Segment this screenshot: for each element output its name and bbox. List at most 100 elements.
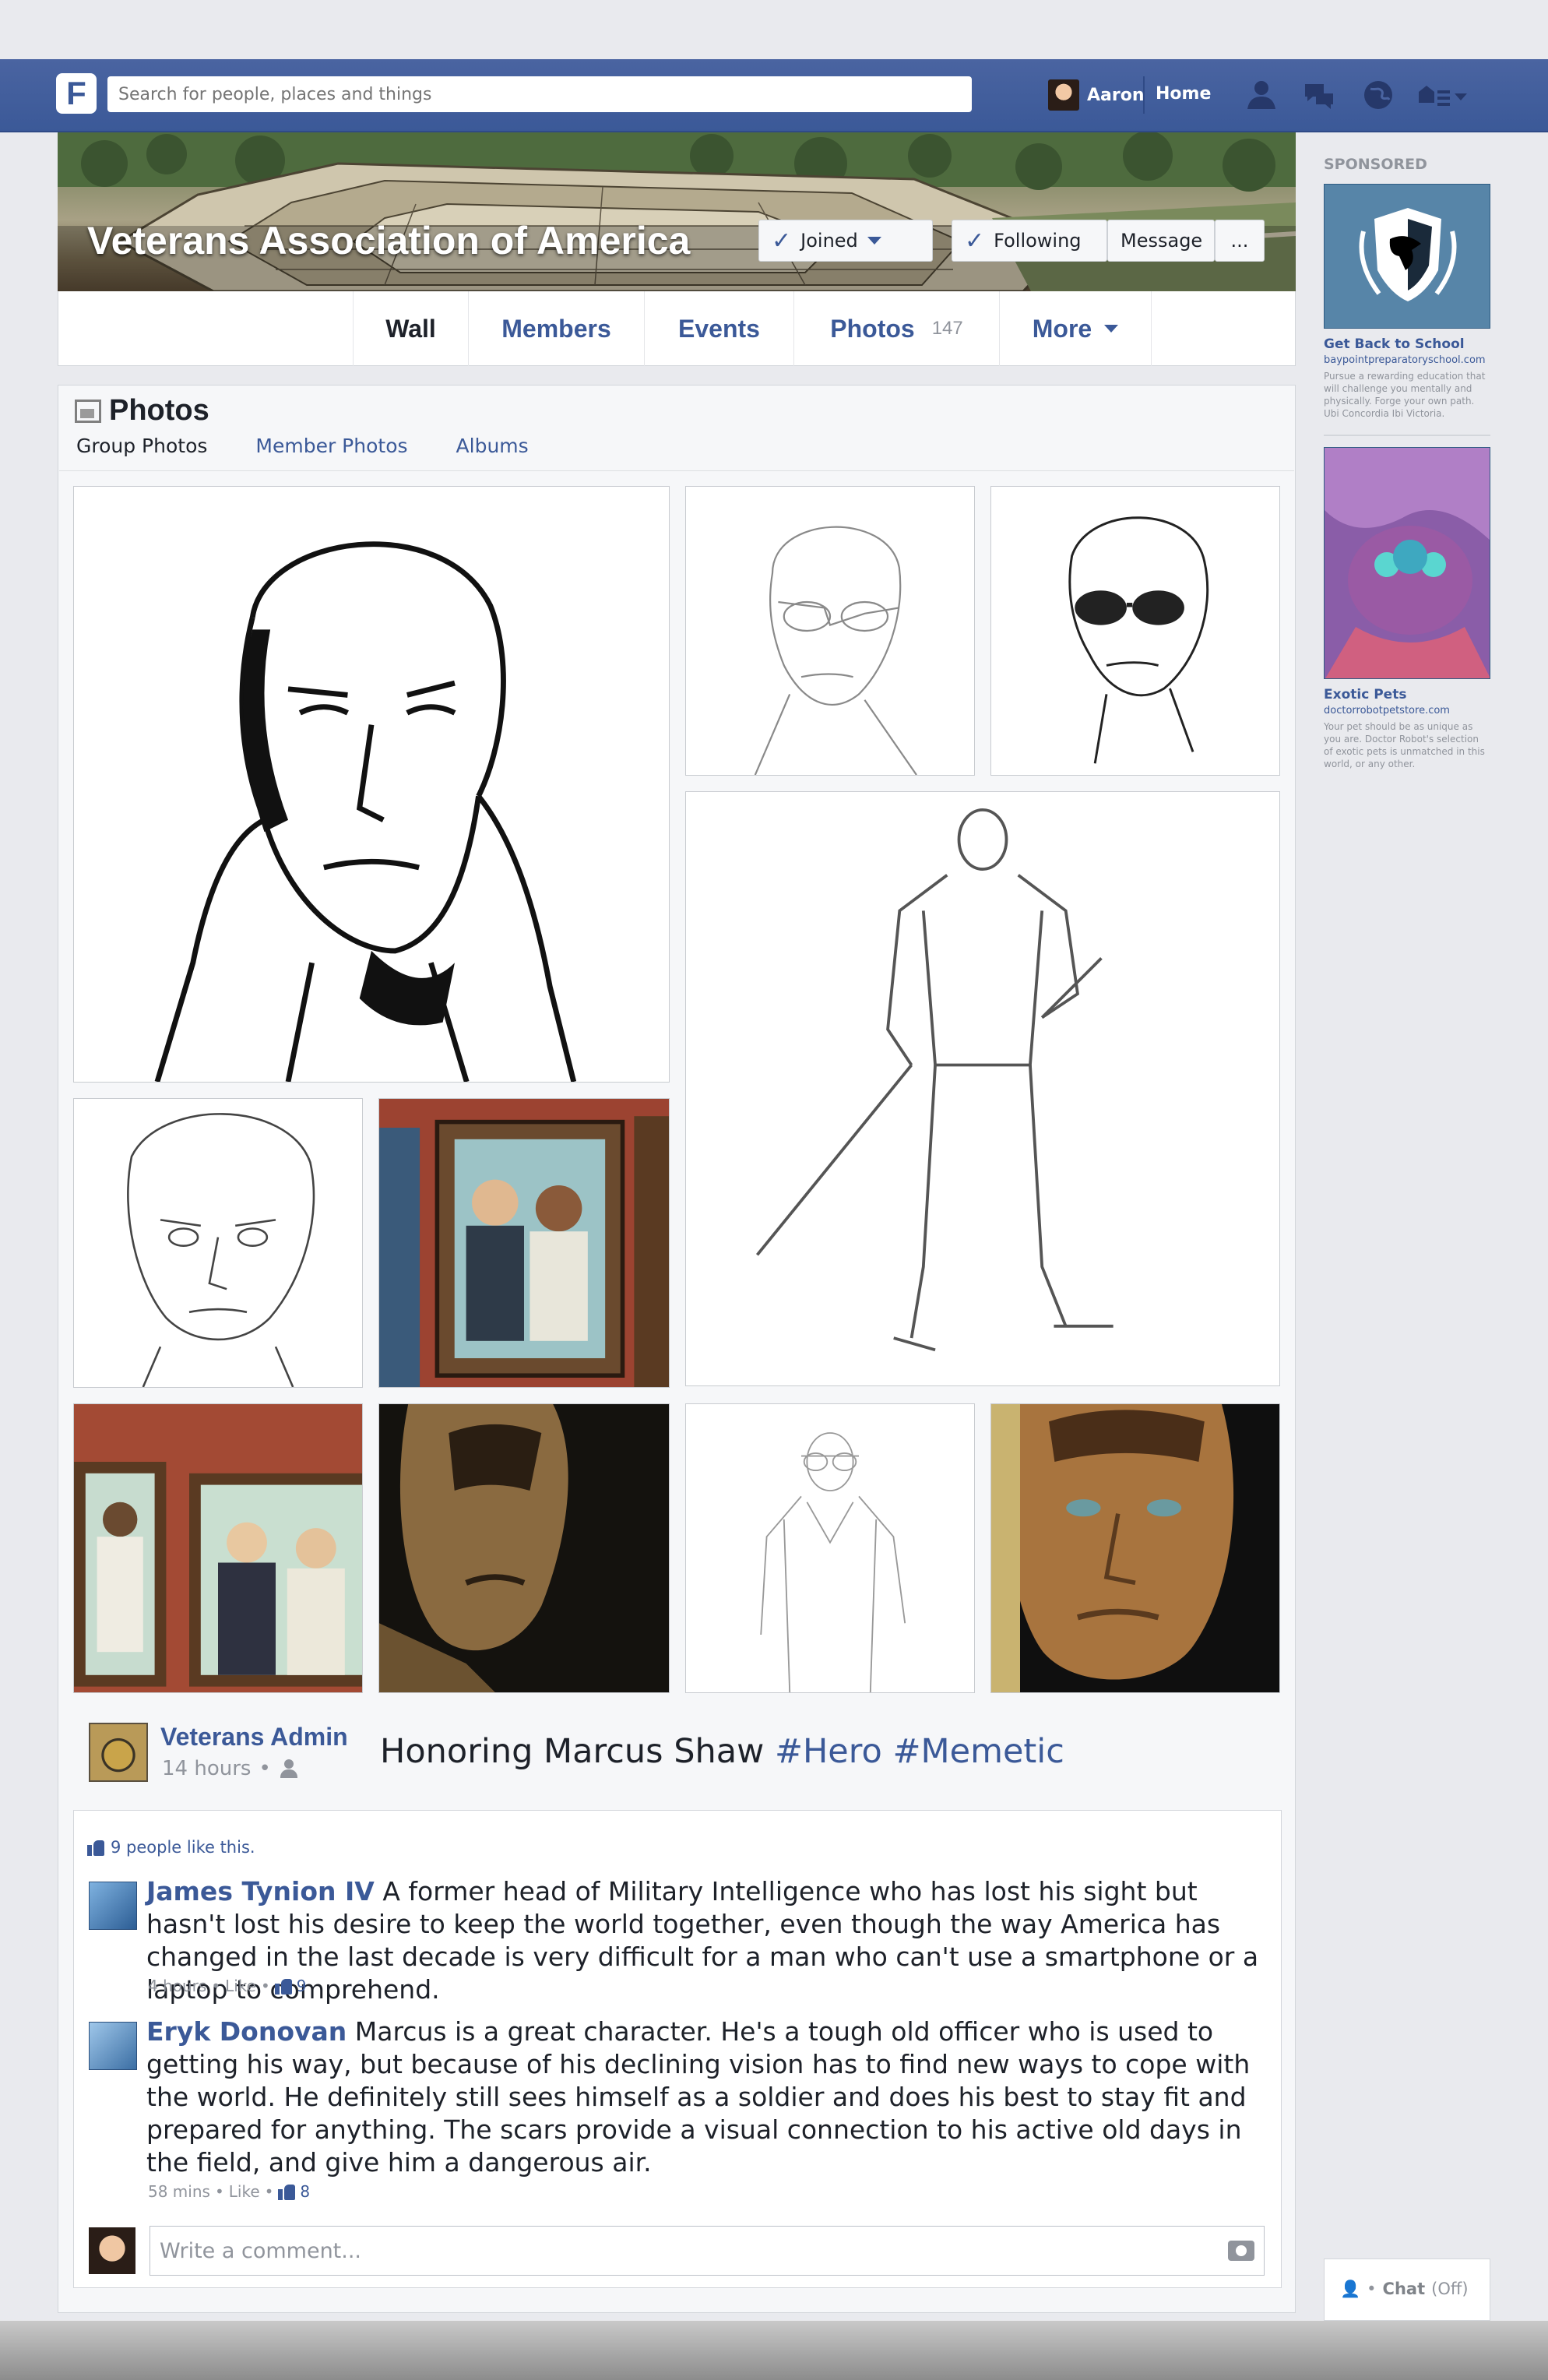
ad-description: Your pet should be as unique as you are.… [1324, 721, 1485, 769]
tab-members-label: Members [501, 314, 611, 343]
comment: James Tynion IV A former head of Militar… [146, 1875, 1268, 2006]
group-title: Veterans Association of America [87, 219, 691, 262]
comment-likes-count: 8 [300, 2182, 311, 2201]
ad-title[interactable]: Exotic Pets [1324, 687, 1406, 702]
chat-label: Chat [1382, 2280, 1426, 2298]
comment: Eryk Donovan Marcus is a great character… [146, 2016, 1268, 2179]
photo-dark-portrait[interactable] [378, 1403, 670, 1693]
subtab-member-photos[interactable]: Member Photos [255, 435, 407, 457]
comment-likes[interactable]: 9 [274, 1977, 307, 1995]
sponsored-label: SPONSORED [1324, 156, 1427, 173]
tab-wall[interactable]: Wall [353, 291, 468, 366]
bottom-frame [0, 2321, 1548, 2380]
chat-bar[interactable]: 👤 • Chat (Off) [1324, 2259, 1490, 2321]
comment-time[interactable]: 58 mins [148, 2182, 210, 2201]
thumbs-up-icon [278, 2183, 296, 2200]
photo-icon [75, 399, 101, 423]
home-link[interactable]: Home [1156, 84, 1211, 104]
check-icon: ✓ [965, 227, 985, 255]
thumbs-up-icon [274, 1977, 292, 1994]
chevron-down-icon [867, 237, 881, 245]
photo-color-face-closeup[interactable] [990, 1403, 1280, 1693]
commenter-name[interactable]: James Tynion IV [146, 1876, 375, 1906]
audience-icon[interactable] [279, 1759, 299, 1779]
tab-more[interactable]: More [999, 291, 1152, 366]
ad-image-school[interactable] [1324, 184, 1490, 329]
photo-pencil-sketch-sunglasses[interactable] [685, 486, 975, 776]
separator-dot: • [260, 1977, 270, 1995]
post-author[interactable]: Veterans Admin [160, 1723, 348, 1752]
tab-more-label: More [1032, 314, 1092, 343]
likes-text: 9 people like this. [111, 1838, 255, 1857]
subtab-group-photos[interactable]: Group Photos [76, 435, 207, 457]
separator-dot: • [259, 1757, 271, 1780]
post-body: Honoring Marcus Shaw [380, 1732, 765, 1771]
photo-ink-portrait[interactable] [73, 486, 670, 1083]
panel-divider [59, 470, 1294, 471]
settings-icon[interactable] [1416, 78, 1470, 112]
comment-meta: 58 mins • Like • 8 [148, 2182, 310, 2201]
message-button[interactable]: Message [1107, 220, 1215, 262]
photo-framed-portrait[interactable] [378, 1098, 670, 1388]
ad-description: Pursue a rewarding education that will c… [1324, 371, 1486, 419]
comment-meta: 4 hours • Like • 9 [148, 1977, 307, 1995]
tab-members[interactable]: Members [468, 291, 644, 366]
more-options-button[interactable]: ... [1215, 220, 1265, 262]
photos-heading: Photos [75, 394, 209, 428]
globe-icon[interactable] [1361, 78, 1395, 112]
ad-separator [1324, 435, 1490, 436]
search-input[interactable] [107, 76, 972, 112]
post-time[interactable]: 14 hours [162, 1757, 251, 1780]
commenter-avatar[interactable] [89, 2022, 137, 2070]
user-name: Aaron [1087, 85, 1145, 105]
check-icon: ✓ [772, 227, 792, 255]
separator-dot: • [211, 1977, 221, 1995]
profile-link[interactable]: Aaron [1048, 78, 1145, 112]
tab-photos[interactable]: Photos 147 [793, 291, 999, 366]
following-label: Following [994, 230, 1082, 252]
ad-image-pets[interactable] [1324, 447, 1490, 679]
site-logo[interactable]: F [56, 73, 97, 114]
comment-likes[interactable]: 8 [278, 2182, 310, 2201]
ad-url[interactable]: baypointpreparatoryschool.com [1324, 354, 1486, 366]
commenter-name[interactable]: Eryk Donovan [146, 2016, 347, 2047]
tab-events[interactable]: Events [644, 291, 793, 366]
admin-avatar[interactable] [89, 1723, 148, 1782]
tab-events-label: Events [678, 314, 760, 343]
joined-button[interactable]: ✓ Joined [758, 220, 933, 262]
like-button[interactable]: Like [225, 1977, 256, 1995]
following-button[interactable]: ✓ Following [952, 220, 1107, 262]
photos-count: 147 [931, 318, 963, 339]
post-text: Honoring Marcus Shaw #Hero #Memetic [380, 1732, 1064, 1771]
joined-label: Joined [800, 230, 858, 252]
comment-likes-count: 9 [296, 1977, 307, 1995]
likes-summary[interactable]: 9 people like this. [87, 1838, 255, 1857]
ad-title[interactable]: Get Back to School [1324, 336, 1465, 352]
photo-framed-handshake[interactable] [73, 1403, 363, 1693]
user-avatar [89, 2227, 135, 2274]
camera-icon[interactable] [1228, 2241, 1254, 2261]
comment-input[interactable]: Write a comment... [150, 2226, 1265, 2276]
messages-icon[interactable] [1302, 78, 1336, 112]
friends-icon[interactable] [1244, 78, 1279, 112]
comment-placeholder: Write a comment... [160, 2238, 362, 2263]
hashtag-memetic[interactable]: #Memetic [892, 1732, 1064, 1771]
photo-ink-sunglasses-head[interactable] [990, 486, 1280, 776]
user-avatar [1048, 79, 1079, 111]
ad-url[interactable]: doctorrobotpetstore.com [1324, 705, 1450, 716]
comment-time[interactable]: 4 hours [148, 1977, 206, 1995]
photos-heading-text: Photos [109, 394, 209, 427]
photos-subtabs: Group Photos Member Photos Albums [76, 435, 577, 457]
like-button[interactable]: Like [229, 2182, 260, 2201]
hashtag-hero[interactable]: #Hero [775, 1732, 882, 1771]
chat-status: (Off) [1431, 2280, 1469, 2298]
photo-pencil-figure[interactable] [685, 1403, 975, 1693]
photo-full-body-sketch[interactable] [685, 791, 1280, 1386]
group-tabs: Wall Members Events Photos 147 More [58, 291, 1296, 366]
thumbs-up-icon [87, 1839, 104, 1856]
separator-dot: • [214, 2182, 224, 2201]
photo-pencil-bald-head[interactable] [73, 1098, 363, 1388]
commenter-avatar[interactable] [89, 1882, 137, 1930]
subtab-albums[interactable]: Albums [456, 435, 529, 457]
chevron-down-icon [1104, 325, 1119, 333]
